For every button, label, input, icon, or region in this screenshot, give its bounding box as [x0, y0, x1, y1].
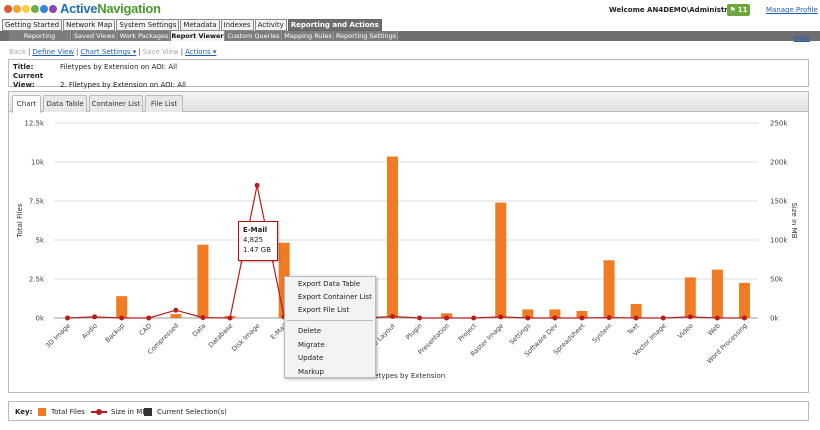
x-axis-title: Filetypes by Extension — [367, 372, 445, 380]
menu-delete[interactable]: Delete — [298, 327, 321, 335]
x-tick-label: Video — [676, 322, 695, 341]
menu-migrate[interactable]: Migrate — [298, 341, 325, 349]
chart: 0k 2.5k 5k 7.5k 10k 12.5k 0k 50k 100k 150k 200k 250… — [16, 120, 798, 381]
size-point-system — [606, 315, 612, 321]
x-tick-label: Web — [706, 322, 722, 338]
size-point-presentation — [444, 315, 450, 321]
menu-markup[interactable]: Markup — [298, 368, 324, 376]
size-point-compressed — [173, 307, 179, 313]
x-tick-label: Text — [625, 321, 641, 337]
size-point-audio — [92, 314, 98, 320]
tooltip-files: 4,825 — [243, 236, 264, 244]
menu-update[interactable]: Update — [298, 354, 323, 362]
chart-key: Key: Total Files Size in MB Current Sele… — [8, 401, 809, 421]
size-point-vector-image — [660, 315, 666, 321]
size-point-software-dev — [552, 315, 558, 321]
size-line — [67, 185, 745, 319]
x-tick-label: Project — [457, 321, 479, 343]
size-point-plugin — [417, 315, 423, 321]
y-tick-label: 7.5k — [29, 198, 45, 206]
y2-tick-label: 100k — [770, 237, 788, 245]
size-point-project — [471, 315, 477, 321]
size-point-word-processing — [741, 315, 747, 321]
bar-word-processing — [738, 282, 750, 318]
key-swatch-current-selection — [144, 408, 152, 416]
y2-tick-label: 150k — [770, 198, 788, 206]
y2-tick-label: 50k — [770, 276, 784, 284]
bar-video — [684, 277, 696, 318]
size-point-page-layout — [389, 313, 395, 319]
size-point-backup — [119, 315, 125, 321]
y-tick-label: 12.5k — [24, 120, 45, 128]
chart-tooltip: E-Mail 4,825 1.47 GB — [238, 221, 278, 261]
y-tick-label: 2.5k — [29, 276, 45, 284]
x-tick-label: Settings — [508, 321, 533, 346]
bar-backup — [116, 296, 128, 318]
x-tick-label: Database — [207, 322, 235, 350]
x-tick-label: Audio — [80, 322, 99, 341]
x-tick-label: Data — [191, 322, 208, 339]
bar-web — [711, 269, 723, 318]
size-point-text — [633, 315, 639, 321]
x-tick-label: Backup — [104, 322, 127, 345]
y-axis-title: Total Files — [16, 203, 24, 238]
menu-export-container-list[interactable]: Export Container List — [298, 293, 372, 301]
size-point-database — [227, 315, 233, 321]
x-tick-label: CAD — [138, 322, 154, 338]
tooltip-title: E-Mail — [243, 226, 268, 234]
y2-axis-title: Size in MB — [790, 202, 798, 238]
x-tick-label: System — [591, 322, 614, 345]
y-tick-label: 5k — [35, 237, 44, 245]
key-swatch-size-in-mb — [91, 408, 107, 416]
key-size-in-mb: Size in MB — [91, 408, 147, 416]
size-point-cad — [146, 315, 152, 321]
menu-separator — [287, 320, 373, 321]
x-tick-label: 3D Image — [44, 322, 72, 350]
bar-system — [603, 260, 615, 318]
y2-tick-label: 250k — [770, 120, 788, 128]
menu-export-data-table[interactable]: Export Data Table — [298, 280, 360, 288]
y-tick-label: 10k — [31, 159, 45, 167]
bar-raster-image — [495, 202, 507, 318]
size-point-3d-image — [65, 315, 71, 321]
key-label: Key: — [15, 408, 33, 416]
size-point-video — [687, 314, 693, 320]
menu-export-file-list[interactable]: Export File List — [298, 306, 349, 314]
key-current-selection: Current Selection(s) — [144, 408, 227, 416]
size-point-disk-image — [254, 182, 260, 188]
x-tick-label: Disk Image — [230, 322, 261, 353]
key-swatch-total-files — [38, 408, 46, 416]
y-tick-label: 0k — [35, 315, 44, 323]
y2-tick-label: 200k — [770, 159, 788, 167]
size-point-spreadsheet — [579, 315, 585, 321]
bar-data — [197, 244, 209, 318]
size-point-settings — [525, 315, 531, 321]
x-tick-label: Plugin — [404, 322, 424, 342]
size-point-raster-image — [498, 314, 504, 320]
tooltip-size: 1.47 GB — [243, 246, 272, 254]
size-point-web — [714, 315, 720, 321]
bar-compressed — [170, 314, 182, 318]
size-point-data — [200, 315, 206, 321]
key-total-files: Total Files — [38, 408, 85, 416]
bar-page-layout — [386, 156, 398, 318]
context-menu: Export Data Table Export Container List … — [284, 276, 376, 378]
y2-tick-label: 0k — [770, 315, 779, 323]
